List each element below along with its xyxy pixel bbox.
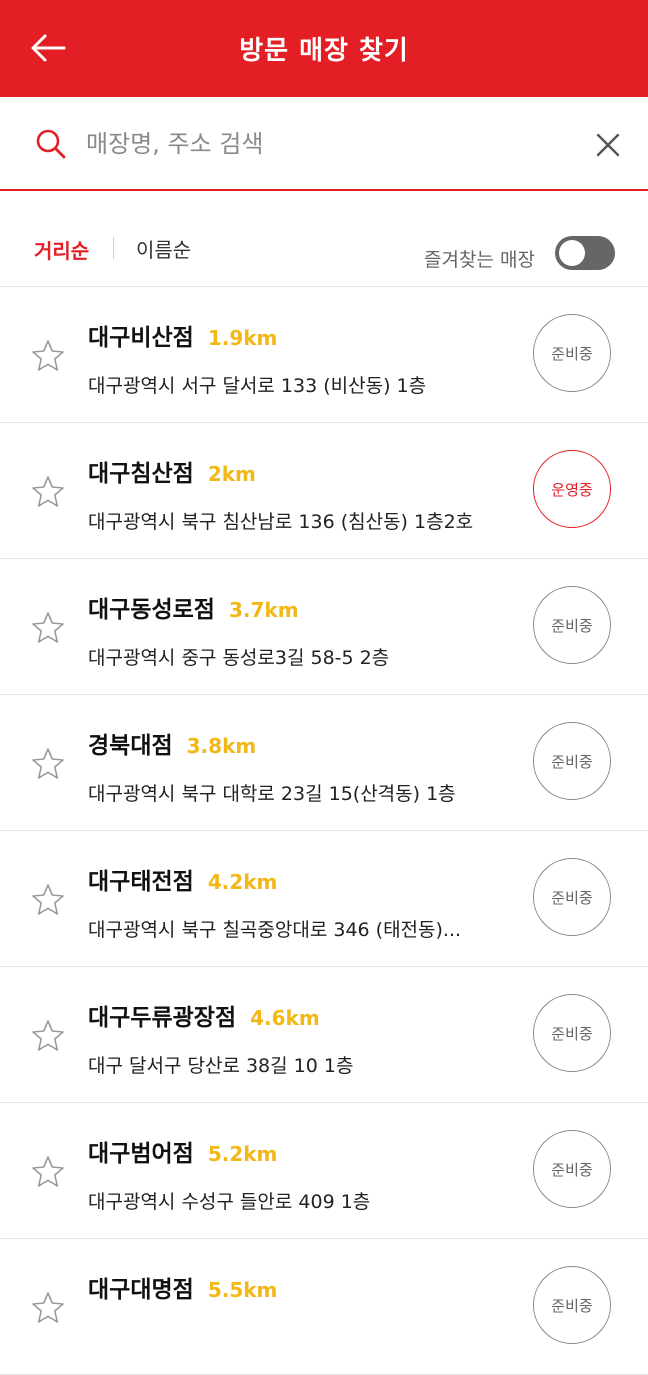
store-distance: 5.5km <box>207 1278 278 1302</box>
store-name: 대구두류광장점 4.6km <box>88 998 320 1032</box>
store-list: 대구비산점 1.9km 대구광역시 서구 달서로 133 (비산동) 1층 준비중… <box>0 287 648 1375</box>
store-item[interactable]: 대구대명점 5.5km 준비중 <box>0 1239 648 1375</box>
sort-divider <box>113 237 114 259</box>
store-distance: 3.8km <box>186 734 257 758</box>
star-icon[interactable] <box>30 610 66 646</box>
store-name: 대구동성로점 3.7km <box>88 590 299 624</box>
star-icon[interactable] <box>30 1290 66 1326</box>
store-distance: 5.2km <box>207 1142 278 1166</box>
store-name: 대구범어점 5.2km <box>88 1134 277 1168</box>
favorites-toggle[interactable] <box>555 236 615 270</box>
toggle-knob <box>559 240 585 266</box>
search-icon <box>36 129 66 159</box>
sort-by-name-tab[interactable]: 이름순 <box>136 234 191 263</box>
store-address: 대구광역시 북구 대학로 23길 15(산격동) 1층 <box>88 783 456 805</box>
store-distance: 4.6km <box>250 1006 320 1030</box>
store-item[interactable]: 대구태전점 4.2km 대구광역시 북구 칠곡중앙대로 346 (태전동)... … <box>0 831 648 967</box>
search-input[interactable] <box>86 121 556 167</box>
close-icon[interactable] <box>590 127 626 163</box>
store-name-text: 대구동성로점 <box>88 597 215 623</box>
store-item[interactable]: 대구범어점 5.2km 대구광역시 수성구 들안로 409 1층 준비중 <box>0 1103 648 1239</box>
store-status-badge: 준비중 <box>533 722 611 800</box>
store-status-badge: 운영중 <box>533 450 611 528</box>
store-distance: 4.2km <box>207 870 278 894</box>
store-item[interactable]: 대구침산점 2km 대구광역시 북구 침산남로 136 (침산동) 1층2호 운영… <box>0 423 648 559</box>
store-item[interactable]: 대구동성로점 3.7km 대구광역시 중구 동성로3길 58-5 2층 준비중 <box>0 559 648 695</box>
store-address: 대구광역시 북구 침산남로 136 (침산동) 1층2호 <box>88 511 474 533</box>
sort-by-distance-tab[interactable]: 거리순 <box>34 235 89 264</box>
store-distance: 3.7km <box>228 598 299 622</box>
store-status-badge: 준비중 <box>533 1266 611 1344</box>
store-status-badge: 준비중 <box>533 314 611 392</box>
store-name: 대구침산점 2km <box>88 454 256 488</box>
store-distance: 2km <box>207 462 256 486</box>
star-icon[interactable] <box>30 746 66 782</box>
store-name-text: 대구대명점 <box>88 1277 194 1303</box>
sort-filter-row: 거리순 이름순 즐겨찾는 매장 <box>0 191 648 287</box>
star-icon[interactable] <box>30 1154 66 1190</box>
store-name-text: 대구침산점 <box>88 461 194 487</box>
star-icon[interactable] <box>30 338 66 374</box>
store-address: 대구광역시 수성구 들안로 409 1층 <box>88 1191 371 1213</box>
store-name-text: 대구범어점 <box>88 1141 194 1167</box>
store-name-text: 경북대점 <box>88 733 173 759</box>
page-title: 방문 매장 찾기 <box>239 36 409 66</box>
store-status-badge: 준비중 <box>533 858 611 936</box>
back-arrow-icon <box>31 34 66 62</box>
store-status-badge: 준비중 <box>533 994 611 1072</box>
app-header: 방문 매장 찾기 <box>0 0 648 97</box>
store-item[interactable]: 대구두류광장점 4.6km 대구 달서구 당산로 38길 10 1층 준비중 <box>0 967 648 1103</box>
store-address: 대구광역시 북구 칠곡중앙대로 346 (태전동)... <box>88 919 462 941</box>
store-name-text: 대구비산점 <box>88 325 194 351</box>
store-status-badge: 준비중 <box>533 1130 611 1208</box>
store-name: 대구비산점 1.9km <box>88 318 277 352</box>
store-address: 대구광역시 중구 동성로3길 58-5 2층 <box>88 647 390 669</box>
store-distance: 1.9km <box>207 326 278 350</box>
store-name: 대구태전점 4.2km <box>88 862 277 896</box>
search-bar <box>0 97 648 191</box>
star-icon[interactable] <box>30 882 66 918</box>
store-address: 대구광역시 서구 달서로 133 (비산동) 1층 <box>88 375 427 397</box>
store-name: 대구대명점 5.5km <box>88 1270 277 1304</box>
store-name-text: 대구두류광장점 <box>88 1005 237 1031</box>
star-icon[interactable] <box>30 1018 66 1054</box>
store-address: 대구 달서구 당산로 38길 10 1층 <box>88 1055 354 1077</box>
store-name-text: 대구태전점 <box>88 869 194 895</box>
store-name: 경북대점 3.8km <box>88 726 256 760</box>
store-item[interactable]: 경북대점 3.8km 대구광역시 북구 대학로 23길 15(산격동) 1층 준비… <box>0 695 648 831</box>
star-icon[interactable] <box>30 474 66 510</box>
favorites-toggle-label: 즐겨찾는 매장 <box>424 249 535 271</box>
store-status-badge: 준비중 <box>533 586 611 664</box>
store-item[interactable]: 대구비산점 1.9km 대구광역시 서구 달서로 133 (비산동) 1층 준비중 <box>0 287 648 423</box>
back-button[interactable] <box>28 28 68 68</box>
